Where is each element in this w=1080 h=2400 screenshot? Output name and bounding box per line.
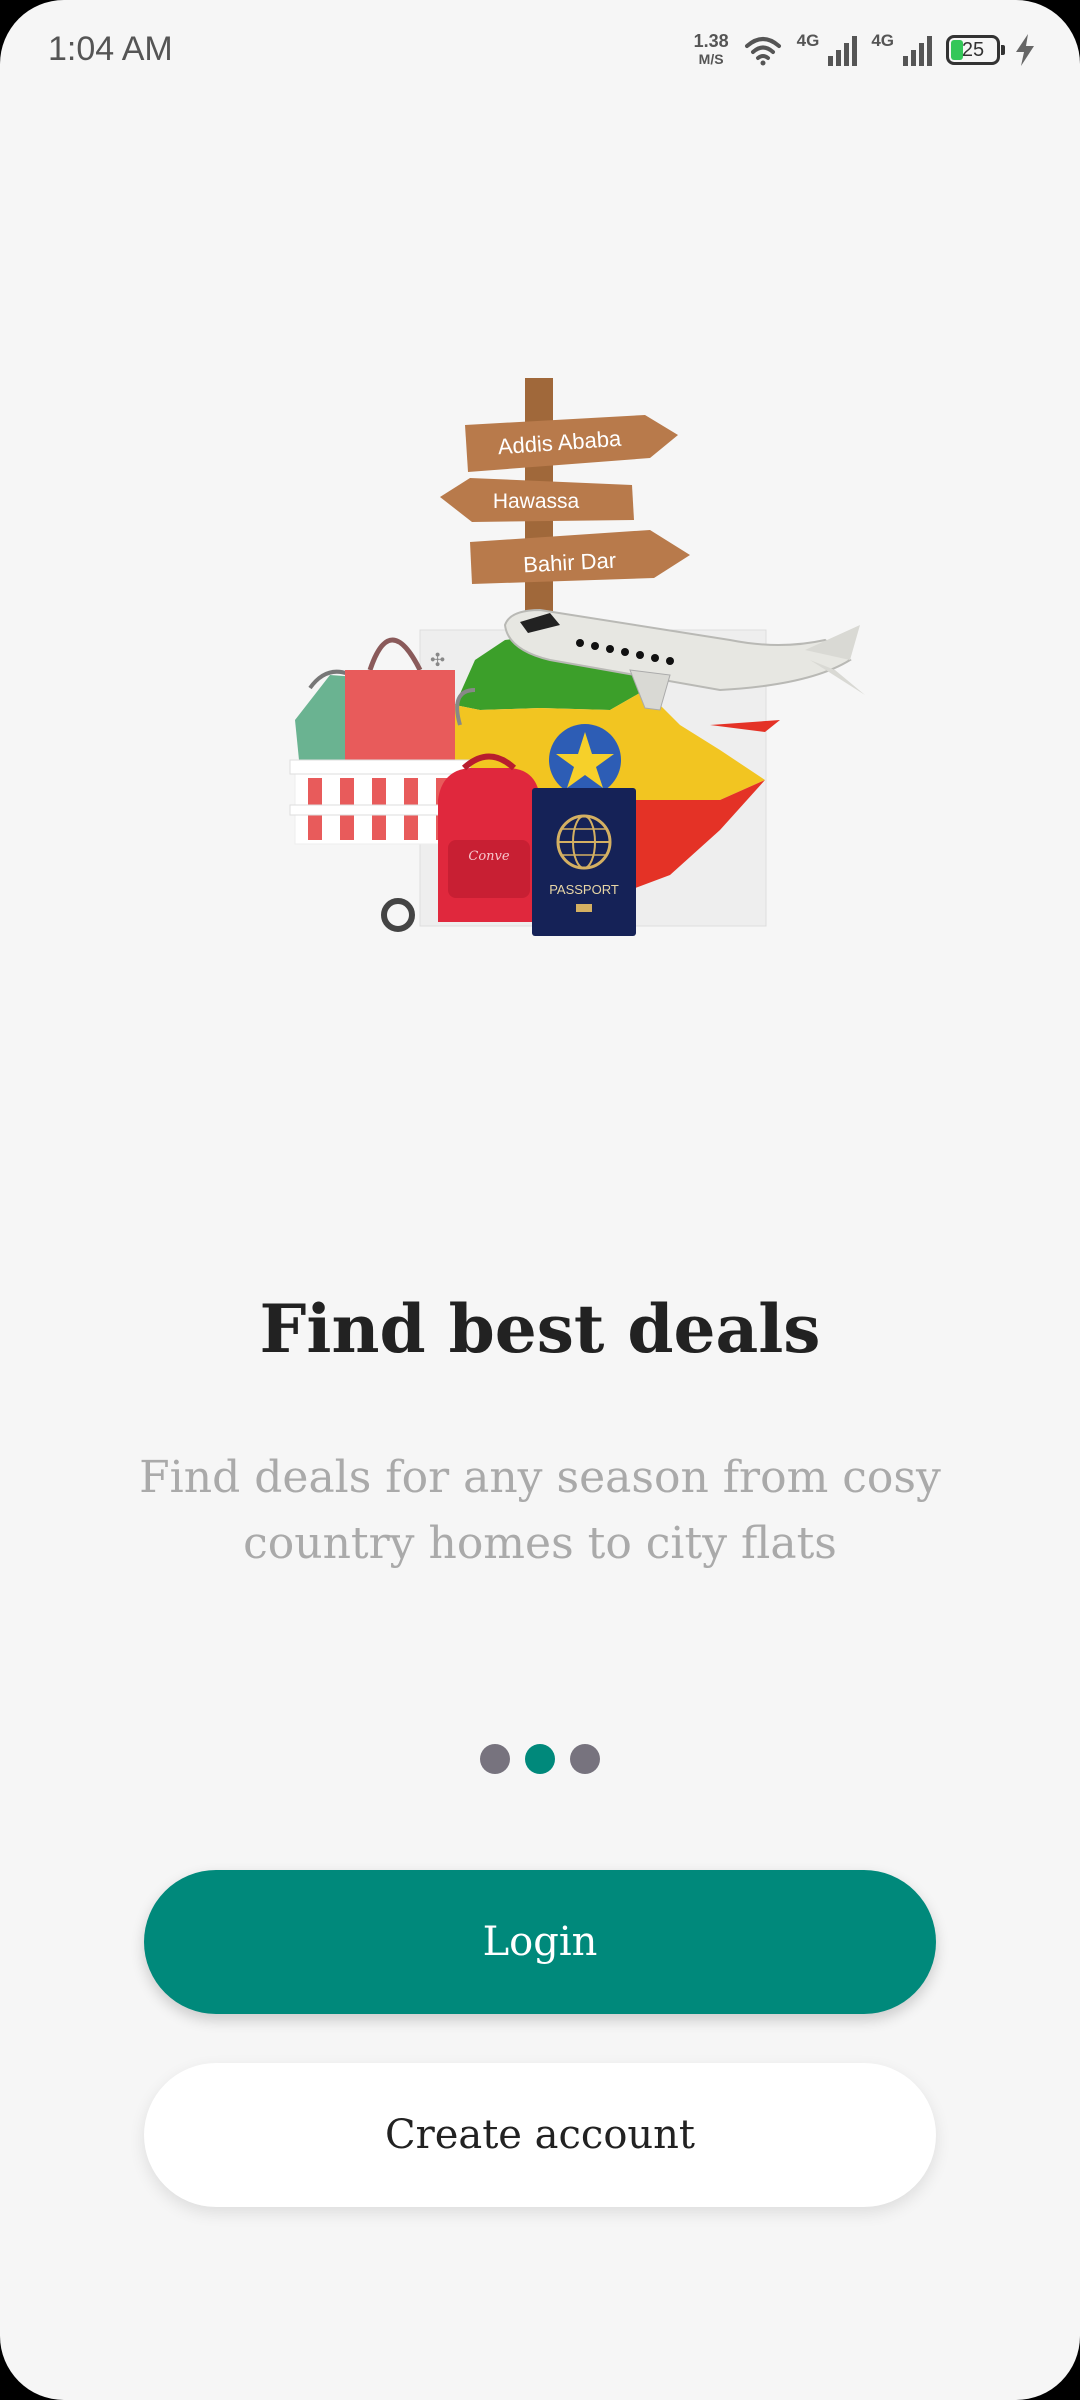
backpack-label: Conve xyxy=(468,849,509,864)
svg-text:✣: ✣ xyxy=(430,650,445,671)
onboarding-title: Find best deals xyxy=(259,1290,821,1368)
page-dot-2[interactable] xyxy=(525,1744,555,1774)
sign-bahir-dar: Bahir Dar xyxy=(470,530,690,584)
sign-addis-ababa: Addis Ababa xyxy=(465,415,678,472)
page-dot-1[interactable] xyxy=(480,1744,510,1774)
network-speed: 1.38 M/S xyxy=(694,32,729,68)
onboarding-screen: 1:04 AM 1.38 M/S 4G 4G 25 Addis Ababa Ha… xyxy=(0,0,1080,2400)
network-speed-value: 1.38 xyxy=(693,31,729,51)
status-bar: 1:04 AM 1.38 M/S 4G 4G 25 xyxy=(0,0,1080,110)
sign-hawassa: Hawassa xyxy=(440,478,634,522)
status-time: 1:04 AM xyxy=(48,30,173,68)
sign-bahir-dar-label: Bahir Dar xyxy=(523,548,617,578)
wifi-icon xyxy=(744,37,781,66)
signal-2-icon xyxy=(903,36,932,66)
battery-icon: 25 xyxy=(946,35,1005,65)
onboarding-subtitle: Find deals for any season from cosy coun… xyxy=(139,1452,941,1569)
passport: PASSPORT xyxy=(532,788,636,936)
sign-hawassa-label: Hawassa xyxy=(493,490,580,513)
signal-1-icon xyxy=(828,36,858,66)
page-dot-3[interactable] xyxy=(570,1744,600,1774)
signal-2-label: 4G xyxy=(871,31,894,50)
create-account-button[interactable]: Create account xyxy=(144,2063,936,2207)
login-button[interactable]: Login xyxy=(144,1870,936,2014)
signal-1-label: 4G xyxy=(796,31,820,50)
passport-label: PASSPORT xyxy=(549,882,619,897)
status-icons: 1.38 M/S 4G 4G 25 xyxy=(694,31,1036,68)
charging-bolt-icon xyxy=(1016,34,1034,66)
battery-level: 25 xyxy=(961,38,985,61)
page-indicator xyxy=(0,1744,1080,1774)
network-speed-unit: M/S xyxy=(698,51,724,67)
travel-illustration: Addis Ababa Hawassa Bahir Dar ✣ Conve PA… xyxy=(289,378,865,936)
